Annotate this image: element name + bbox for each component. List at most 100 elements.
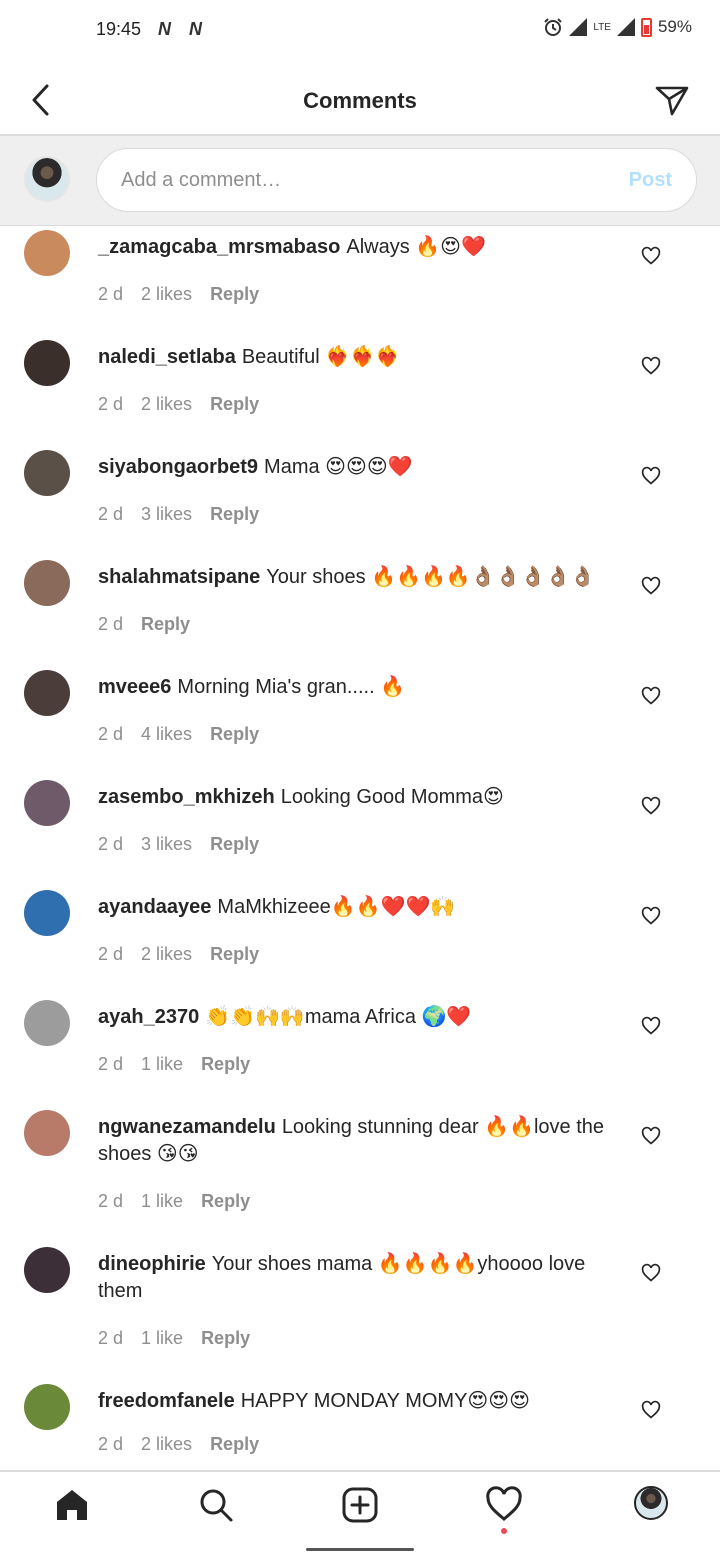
signal-icon-2 [616,18,635,36]
comment-text: ayah_2370 👏👏🙌🙌mama Africa 🌍❤️ [98,1004,618,1031]
comment-username[interactable]: freedomfanele [98,1390,235,1412]
comment-username[interactable]: siyabongaorbet9 [98,456,258,478]
comment-text: freedomfanele HAPPY MONDAY MOMY😍😍😍 [98,1388,618,1415]
page-title: Comments [303,88,417,113]
new-post-icon[interactable] [341,1486,379,1524]
comment-likes[interactable]: 3 likes [141,834,192,855]
comment-likes[interactable]: 4 likes [141,724,192,745]
like-heart-icon[interactable] [641,796,661,816]
send-direct-icon[interactable] [654,82,690,118]
reply-button[interactable]: Reply [210,724,259,745]
comment-body: Beautiful ❤️‍🔥❤️‍🔥❤️‍🔥 [241,346,400,368]
comment-username[interactable]: ayandaayee [98,896,211,918]
home-icon[interactable] [53,1486,91,1524]
comment-body: 👏👏🙌🙌mama Africa 🌍❤️ [205,1006,472,1028]
comment-text: dineophirie Your shoes mama 🔥🔥🔥🔥yhoooo lo… [98,1251,618,1305]
avatar[interactable] [24,1384,70,1430]
status-right: LTE 59% [543,17,692,37]
avatar[interactable] [24,560,70,606]
comment-meta: 2 d 2 likes Reply [98,284,259,305]
comment-username[interactable]: mveee6 [98,676,171,698]
comment-body: Looking Good Momma😍 [280,786,504,808]
gesture-bar[interactable] [306,1548,414,1551]
reply-button[interactable]: Reply [210,944,259,965]
comment-input[interactable] [121,149,591,211]
comment-meta: 2 d 2 likes Reply [98,944,259,965]
reply-button[interactable]: Reply [210,284,259,305]
comment-input-wrap: Post [96,148,697,212]
comment-age: 2 d [98,1328,124,1348]
reply-button[interactable]: Reply [210,394,259,415]
like-heart-icon[interactable] [641,246,661,266]
reply-button[interactable]: Reply [201,1328,250,1349]
comment-likes[interactable]: 2 likes [141,944,192,965]
profile-avatar[interactable] [634,1486,668,1520]
comment-meta: 2 d 1 like Reply [98,1328,250,1349]
comment-text: ngwanezamandelu Looking stunning dear 🔥🔥l… [98,1114,618,1168]
comment-text: ayandaayee MaMkhizeee🔥🔥❤️❤️🙌 [98,894,618,921]
comment-meta: 2 d 3 likes Reply [98,504,259,525]
bottom-nav [0,1470,720,1536]
comment-likes[interactable]: 1 like [141,1191,183,1212]
reply-button[interactable]: Reply [201,1191,250,1212]
comment-likes[interactable]: 1 like [141,1328,183,1349]
comment-username[interactable]: dineophirie [98,1253,206,1275]
like-heart-icon[interactable] [641,906,661,926]
comment-age: 2 d [98,1434,124,1454]
comment-body: MaMkhizeee🔥🔥❤️❤️🙌 [217,896,456,918]
avatar[interactable] [24,890,70,936]
status-bar: 19:45 N N LTE 59% [0,0,720,60]
comment-likes[interactable]: 3 likes [141,504,192,525]
network-type: LTE [593,21,611,33]
avatar[interactable] [24,340,70,386]
my-avatar [24,156,70,202]
alarm-icon [544,18,563,36]
comment-likes[interactable]: 2 likes [141,284,192,305]
post-button[interactable]: Post [629,169,672,192]
avatar[interactable] [24,1247,70,1293]
comment-text: siyabongaorbet9 Mama 😍😍😍❤️ [98,454,618,481]
avatar[interactable] [24,780,70,826]
comment-meta: 2 d Reply [98,614,190,635]
comment-composer: Post [0,136,720,226]
carrier-mark-2: N [189,19,202,39]
like-heart-icon[interactable] [641,1263,661,1283]
reply-button[interactable]: Reply [210,504,259,525]
comment-likes[interactable]: 2 likes [141,1434,192,1455]
comment-likes[interactable]: 1 like [141,1054,183,1075]
reply-button[interactable]: Reply [210,1434,259,1455]
avatar[interactable] [24,450,70,496]
reply-button[interactable]: Reply [210,834,259,855]
search-icon[interactable] [197,1486,235,1524]
like-heart-icon[interactable] [641,1126,661,1146]
comment-username[interactable]: zasembo_mkhizeh [98,786,275,808]
comment-username[interactable]: ngwanezamandelu [98,1116,276,1138]
like-heart-icon[interactable] [641,576,661,596]
comment-age: 2 d [98,724,124,744]
avatar[interactable] [24,230,70,276]
reply-button[interactable]: Reply [201,1054,250,1075]
comment-age: 2 d [98,1191,124,1211]
comment-username[interactable]: naledi_setlaba [98,346,236,368]
comments-list[interactable]: _zamagcaba_mrsmabaso Always 🔥😍❤️ 2 d 2 lik… [0,227,720,1470]
comment-meta: 2 d 3 likes Reply [98,834,259,855]
avatar[interactable] [24,1110,70,1156]
comment-meta: 2 d 2 likes Reply [98,394,259,415]
like-heart-icon[interactable] [641,1400,661,1420]
like-heart-icon[interactable] [641,686,661,706]
like-heart-icon[interactable] [641,356,661,376]
comment-likes[interactable]: 2 likes [141,394,192,415]
status-time: 19:45 [96,19,142,39]
like-heart-icon[interactable] [641,466,661,486]
comment-text: shalahmatsipane Your shoes 🔥🔥🔥🔥👌🏽👌🏽👌🏽👌🏽👌🏽 [98,564,618,591]
comment-body: Your shoes 🔥🔥🔥🔥👌🏽👌🏽👌🏽👌🏽👌🏽 [266,566,596,588]
activity-heart-icon[interactable] [485,1486,523,1524]
reply-button[interactable]: Reply [141,614,190,635]
comment-username[interactable]: _zamagcaba_mrsmabaso [98,236,340,258]
battery-percent: 59% [657,17,692,36]
avatar[interactable] [24,670,70,716]
avatar[interactable] [24,1000,70,1046]
like-heart-icon[interactable] [641,1016,661,1036]
comment-username[interactable]: shalahmatsipane [98,566,260,588]
comment-username[interactable]: ayah_2370 [98,1006,199,1028]
